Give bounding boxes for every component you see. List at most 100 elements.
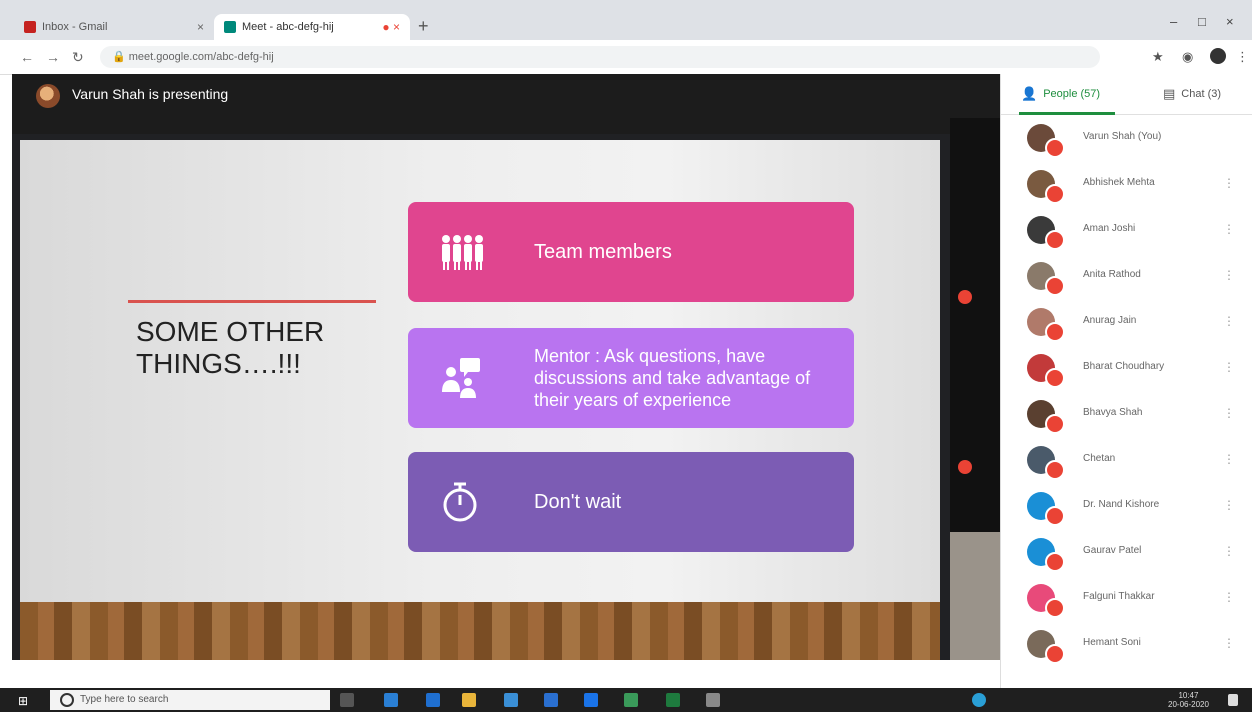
clock-date: 20-06-2020 xyxy=(1168,700,1209,709)
participant-name: Aman Joshi xyxy=(1083,223,1136,234)
more-options-icon[interactable]: ⋮ xyxy=(1223,406,1235,420)
browser-tab-gmail[interactable]: Inbox - Gmail × xyxy=(14,14,214,40)
slide-card-team: Team members xyxy=(408,202,854,302)
card-text: Don't wait xyxy=(534,491,622,513)
list-item[interactable]: Anita Rathod ⋮ xyxy=(1001,254,1252,300)
participant-filmstrip xyxy=(950,118,1000,660)
address-bar-row: ← → ↻ 🔒 meet.google.com/abc-defg-hij ★ ◉… xyxy=(0,40,1252,75)
taskbar-clock[interactable]: 10:47 20-06-2020 xyxy=(1168,691,1209,709)
mentor-icon xyxy=(442,358,480,398)
muted-badge-icon xyxy=(1045,138,1065,158)
tab-people[interactable]: 👤 People (57) xyxy=(1021,86,1100,102)
panel-tabs: 👤 People (57) ▤ Chat (3) xyxy=(1001,74,1252,115)
presenting-label: Varun Shah is presenting xyxy=(72,86,229,102)
more-options-icon[interactable]: ⋮ xyxy=(1223,314,1235,328)
list-item[interactable]: Anurag Jain ⋮ xyxy=(1001,300,1252,346)
more-options-icon[interactable]: ⋮ xyxy=(1223,590,1235,604)
profile-avatar[interactable] xyxy=(1210,48,1226,64)
muted-badge-icon xyxy=(1045,552,1065,572)
list-item[interactable]: Chetan ⋮ xyxy=(1001,438,1252,484)
participant-tile-badge xyxy=(958,460,972,474)
participant-name: Bhavya Shah xyxy=(1083,407,1143,418)
mail-icon[interactable] xyxy=(584,693,598,707)
card-text: Mentor : Ask questions, have discussions… xyxy=(534,346,811,410)
tab-people-label: People (57) xyxy=(1043,88,1101,100)
list-item[interactable]: Abhishek Mehta ⋮ xyxy=(1001,162,1252,208)
calculator-icon[interactable] xyxy=(706,693,720,707)
more-options-icon[interactable]: ⋮ xyxy=(1223,176,1235,190)
more-options-icon[interactable]: ⋮ xyxy=(1223,452,1235,466)
url-field[interactable]: 🔒 meet.google.com/abc-defg-hij xyxy=(100,46,1100,68)
muted-badge-icon xyxy=(1045,368,1065,388)
muted-badge-icon xyxy=(1045,230,1065,250)
extension-icon[interactable]: ◉ xyxy=(1182,49,1193,65)
list-item[interactable]: Gaurav Patel ⋮ xyxy=(1001,530,1252,576)
tab-chat-label: Chat (3) xyxy=(1181,88,1222,100)
task-view-icon[interactable] xyxy=(340,693,354,707)
new-tab-button[interactable]: + xyxy=(418,16,429,37)
people-icon: 👤 xyxy=(1021,86,1038,101)
meeting-stage: Varun Shah is presenting SOME OTHER THIN… xyxy=(12,74,1000,660)
people-panel: 👤 People (57) ▤ Chat (3) Varun Shah (You… xyxy=(1000,74,1252,688)
chat-icon: ▤ xyxy=(1163,86,1176,101)
more-options-icon[interactable]: ⋮ xyxy=(1223,222,1235,236)
tab-title: Meet - abc-defg-hij xyxy=(242,21,334,33)
meet-icon xyxy=(224,21,236,33)
forward-icon[interactable]: → xyxy=(46,49,60,65)
more-options-icon[interactable]: ⋮ xyxy=(1223,544,1235,558)
more-options-icon[interactable]: ⋮ xyxy=(1223,636,1235,650)
participant-name: Falguni Thakkar xyxy=(1083,591,1155,602)
list-item[interactable]: Aman Joshi ⋮ xyxy=(1001,208,1252,254)
excel-icon[interactable] xyxy=(666,693,680,707)
chrome-icon[interactable] xyxy=(384,693,398,707)
edge-icon[interactable] xyxy=(426,693,440,707)
file-explorer-icon[interactable] xyxy=(462,693,476,707)
list-item[interactable]: Dr. Nand Kishore ⋮ xyxy=(1001,484,1252,530)
close-icon[interactable]: ● × xyxy=(382,20,400,34)
more-options-icon[interactable]: ⋮ xyxy=(1223,498,1235,512)
participant-video-tile[interactable] xyxy=(950,532,1000,660)
url-text: meet.google.com/abc-defg-hij xyxy=(128,51,274,63)
participant-name: Varun Shah (You) xyxy=(1083,131,1162,142)
list-item[interactable]: Bhavya Shah ⋮ xyxy=(1001,392,1252,438)
reload-icon[interactable]: ↻ xyxy=(72,49,84,66)
muted-badge-icon xyxy=(1045,276,1065,296)
muted-badge-icon xyxy=(1045,414,1065,434)
taskbar-search-box[interactable]: Type here to search xyxy=(50,690,330,710)
card-text: Team members xyxy=(534,241,672,263)
list-item[interactable]: Falguni Thakkar ⋮ xyxy=(1001,576,1252,622)
participant-name: Hemant Soni xyxy=(1083,637,1141,648)
star-icon[interactable]: ★ xyxy=(1152,49,1164,65)
app-icon[interactable] xyxy=(624,693,638,707)
slide-card-mentor: Mentor : Ask questions, have discussions… xyxy=(408,328,854,428)
close-icon[interactable]: × xyxy=(197,20,204,34)
cortana-icon xyxy=(60,693,74,707)
minimize-button[interactable]: – xyxy=(1170,14,1177,29)
browser-tab-meet[interactable]: Meet - abc-defg-hij ● × xyxy=(214,14,410,40)
back-icon[interactable]: ← xyxy=(20,49,34,65)
list-item[interactable]: Varun Shah (You) xyxy=(1001,116,1252,162)
maximize-button[interactable]: □ xyxy=(1198,14,1206,29)
presenting-bar: Varun Shah is presenting xyxy=(12,74,1000,134)
participant-tile-badge xyxy=(958,290,972,304)
list-item[interactable]: Bharat Choudhary ⋮ xyxy=(1001,346,1252,392)
menu-icon[interactable]: ⋮ xyxy=(1236,49,1249,65)
shared-slide: SOME OTHER THINGS….!!! Team members Ment… xyxy=(20,140,940,660)
more-options-icon[interactable]: ⋮ xyxy=(1223,268,1235,282)
browser-tray-icon[interactable] xyxy=(972,693,986,707)
tab-chat[interactable]: ▤ Chat (3) xyxy=(1163,86,1221,102)
participant-name: Anurag Jain xyxy=(1083,315,1137,326)
store-icon[interactable] xyxy=(504,693,518,707)
participant-name: Anita Rathod xyxy=(1083,269,1141,280)
muted-badge-icon xyxy=(1045,184,1065,204)
close-window-button[interactable]: × xyxy=(1226,14,1234,29)
windows-start-icon[interactable]: ⊞ xyxy=(18,694,28,708)
tab-title: Inbox - Gmail xyxy=(42,21,108,33)
dropbox-icon[interactable] xyxy=(544,693,558,707)
notifications-icon[interactable] xyxy=(1228,694,1238,706)
stopwatch-icon xyxy=(443,482,477,522)
list-item[interactable]: Hemant Soni ⋮ xyxy=(1001,622,1252,668)
more-options-icon[interactable]: ⋮ xyxy=(1223,360,1235,374)
participant-name: Abhishek Mehta xyxy=(1083,177,1155,188)
muted-badge-icon xyxy=(1045,598,1065,618)
